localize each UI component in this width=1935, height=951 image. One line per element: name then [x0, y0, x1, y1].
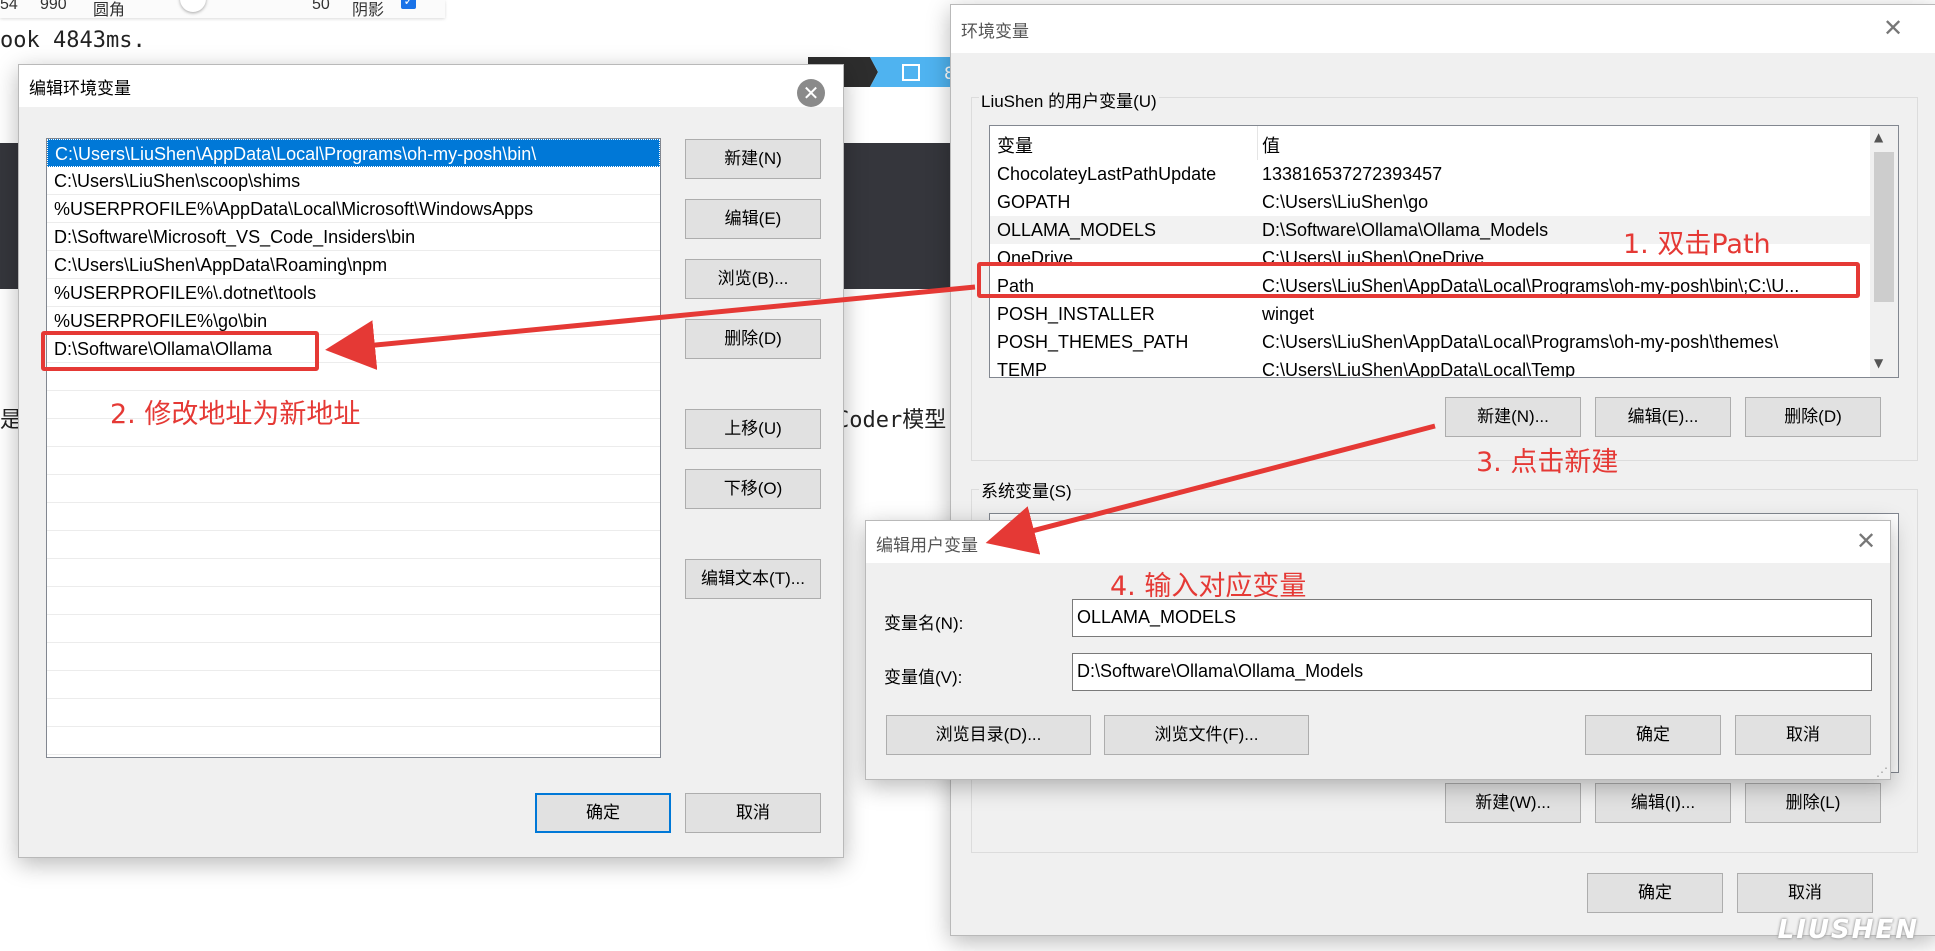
watermark-logo: LIUSHEN	[1777, 915, 1919, 945]
annotation-arrows	[325, 284, 1436, 555]
annotation-step-4: 4. 输入对应变量	[1110, 571, 1307, 602]
annotation-step-1: 1. 双击Path	[1623, 229, 1771, 260]
annotation-step-2: 2. 修改地址为新地址	[110, 399, 361, 430]
arrow-to-path-list	[325, 284, 976, 370]
arrow-to-edit-dialog	[985, 423, 1436, 555]
annotation-step-3: 3. 点击新建	[1476, 447, 1619, 478]
